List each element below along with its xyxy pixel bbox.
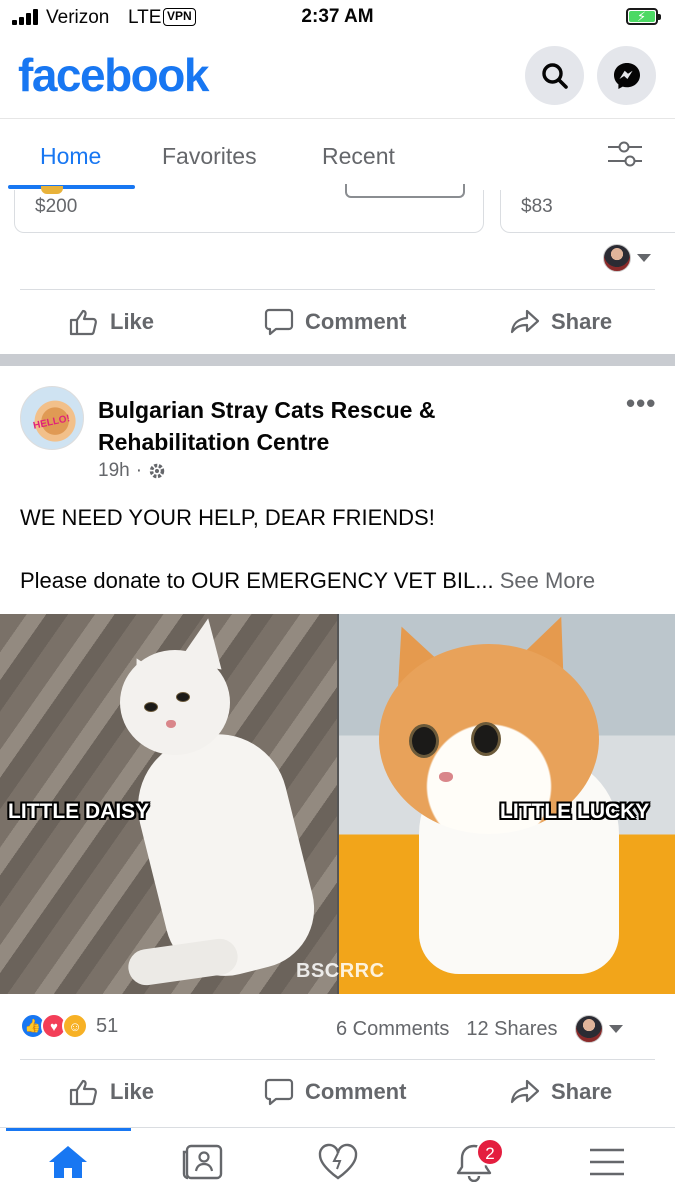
post-text-line: WE NEED YOUR HELP, DEAR FRIENDS! — [20, 505, 435, 530]
feed-separator — [0, 354, 675, 366]
like-button[interactable]: Like — [68, 1077, 154, 1107]
post-actions: Like Comment Share — [0, 1061, 675, 1123]
filter-icon[interactable] — [606, 139, 644, 169]
bottom-navigation: 2 — [0, 1127, 675, 1200]
like-icon — [69, 309, 97, 336]
photo-caption-right: LITTLE LUCKY — [500, 800, 650, 823]
more-options-button[interactable]: ••• — [626, 388, 656, 419]
avatar — [603, 244, 631, 272]
comment-icon — [264, 308, 294, 336]
comment-icon — [264, 1078, 294, 1106]
price-label: $83 — [521, 196, 553, 217]
share-icon — [510, 309, 540, 334]
battery-icon: ⚡ — [626, 8, 661, 25]
care-reaction-icon: ☺ — [62, 1013, 88, 1039]
carrier-name: Verizon — [46, 7, 110, 28]
gear-icon — [149, 463, 165, 479]
divider — [20, 1059, 655, 1060]
feed-tabs: Home Favorites Recent — [0, 118, 675, 190]
share-label: Share — [551, 1079, 613, 1104]
comment-button[interactable]: Comment — [263, 307, 406, 337]
home-icon[interactable] — [46, 1142, 90, 1182]
reaction-audience-selector[interactable] — [574, 1015, 623, 1043]
comments-count[interactable]: 6 Comments — [336, 1018, 449, 1041]
notification-badge: 2 — [476, 1138, 504, 1166]
share-button[interactable]: Share — [509, 307, 612, 337]
comment-label: Comment — [305, 309, 407, 334]
like-icon — [69, 1079, 97, 1106]
see-more-link[interactable]: See More — [500, 568, 595, 593]
network-type: LTE — [128, 7, 162, 28]
tab-favorites[interactable]: Favorites — [162, 143, 257, 170]
post-text-truncated: Please donate to OUR EMERGENCY VET BIL..… — [20, 568, 494, 593]
menu-icon[interactable] — [586, 1142, 628, 1182]
like-label: Like — [110, 309, 155, 334]
marketplace-card[interactable]: $83 — [500, 190, 675, 233]
post-meta: 19h · — [98, 460, 166, 482]
messenger-icon — [613, 62, 640, 89]
divider — [20, 289, 655, 290]
price-label: $200 — [35, 196, 78, 217]
facebook-logo[interactable]: facebook — [18, 48, 209, 102]
reaction-audience-selector[interactable] — [603, 244, 651, 272]
like-button[interactable]: Like — [68, 307, 154, 337]
separator-dot: · — [135, 460, 143, 481]
avatar — [574, 1015, 603, 1043]
active-tab-indicator — [8, 185, 135, 189]
post-time[interactable]: 19h — [98, 460, 130, 482]
product-thumbnail — [41, 186, 63, 194]
like-label: Like — [110, 1079, 155, 1104]
share-button[interactable]: Share — [509, 1077, 612, 1107]
comment-label: Comment — [305, 1079, 407, 1104]
reaction-summary[interactable]: 👍 ♥ ☺ 51 — [20, 1013, 118, 1039]
shares-count[interactable]: 12 Shares — [466, 1018, 557, 1041]
search-icon — [541, 62, 568, 89]
avatar-text: HELLO! — [32, 413, 71, 432]
card-button[interactable] — [345, 184, 465, 198]
tab-home[interactable]: Home — [40, 143, 101, 170]
engagement-counts: 6 Comments 12 Shares — [336, 1015, 623, 1043]
photo-caption-left: LITTLE DAISY — [8, 800, 150, 823]
post-text-line: Please donate to OUR EMERGENCY VET BIL..… — [20, 568, 595, 594]
caret-down-icon — [637, 254, 651, 262]
reaction-count: 51 — [96, 1014, 119, 1037]
post-actions: Like Comment Share — [0, 291, 675, 353]
comment-button[interactable]: Comment — [263, 1077, 406, 1107]
post-author[interactable]: Bulgarian Stray Cats Rescue & Rehabilita… — [98, 394, 498, 458]
vpn-badge: VPN — [163, 8, 196, 26]
status-bar: Verizon LTE VPN 2:37 AM ⚡ — [0, 0, 675, 36]
share-icon — [510, 1079, 540, 1104]
page-avatar[interactable]: HELLO! — [20, 386, 84, 450]
messenger-button[interactable] — [597, 46, 656, 105]
search-button[interactable] — [525, 46, 584, 105]
caret-down-icon — [608, 1025, 623, 1033]
news-icon[interactable] — [181, 1142, 225, 1182]
active-nav-indicator — [6, 1128, 131, 1131]
tab-recent[interactable]: Recent — [322, 143, 395, 170]
signal-icon — [12, 9, 40, 25]
post-photo[interactable]: LITTLE DAISY LITTLE LUCKY BSCRRC — [0, 614, 675, 994]
photo-watermark: BSCRRC — [296, 960, 385, 982]
dating-icon[interactable] — [316, 1142, 360, 1182]
share-label: Share — [551, 309, 613, 334]
marketplace-card[interactable]: $200 — [14, 184, 484, 233]
